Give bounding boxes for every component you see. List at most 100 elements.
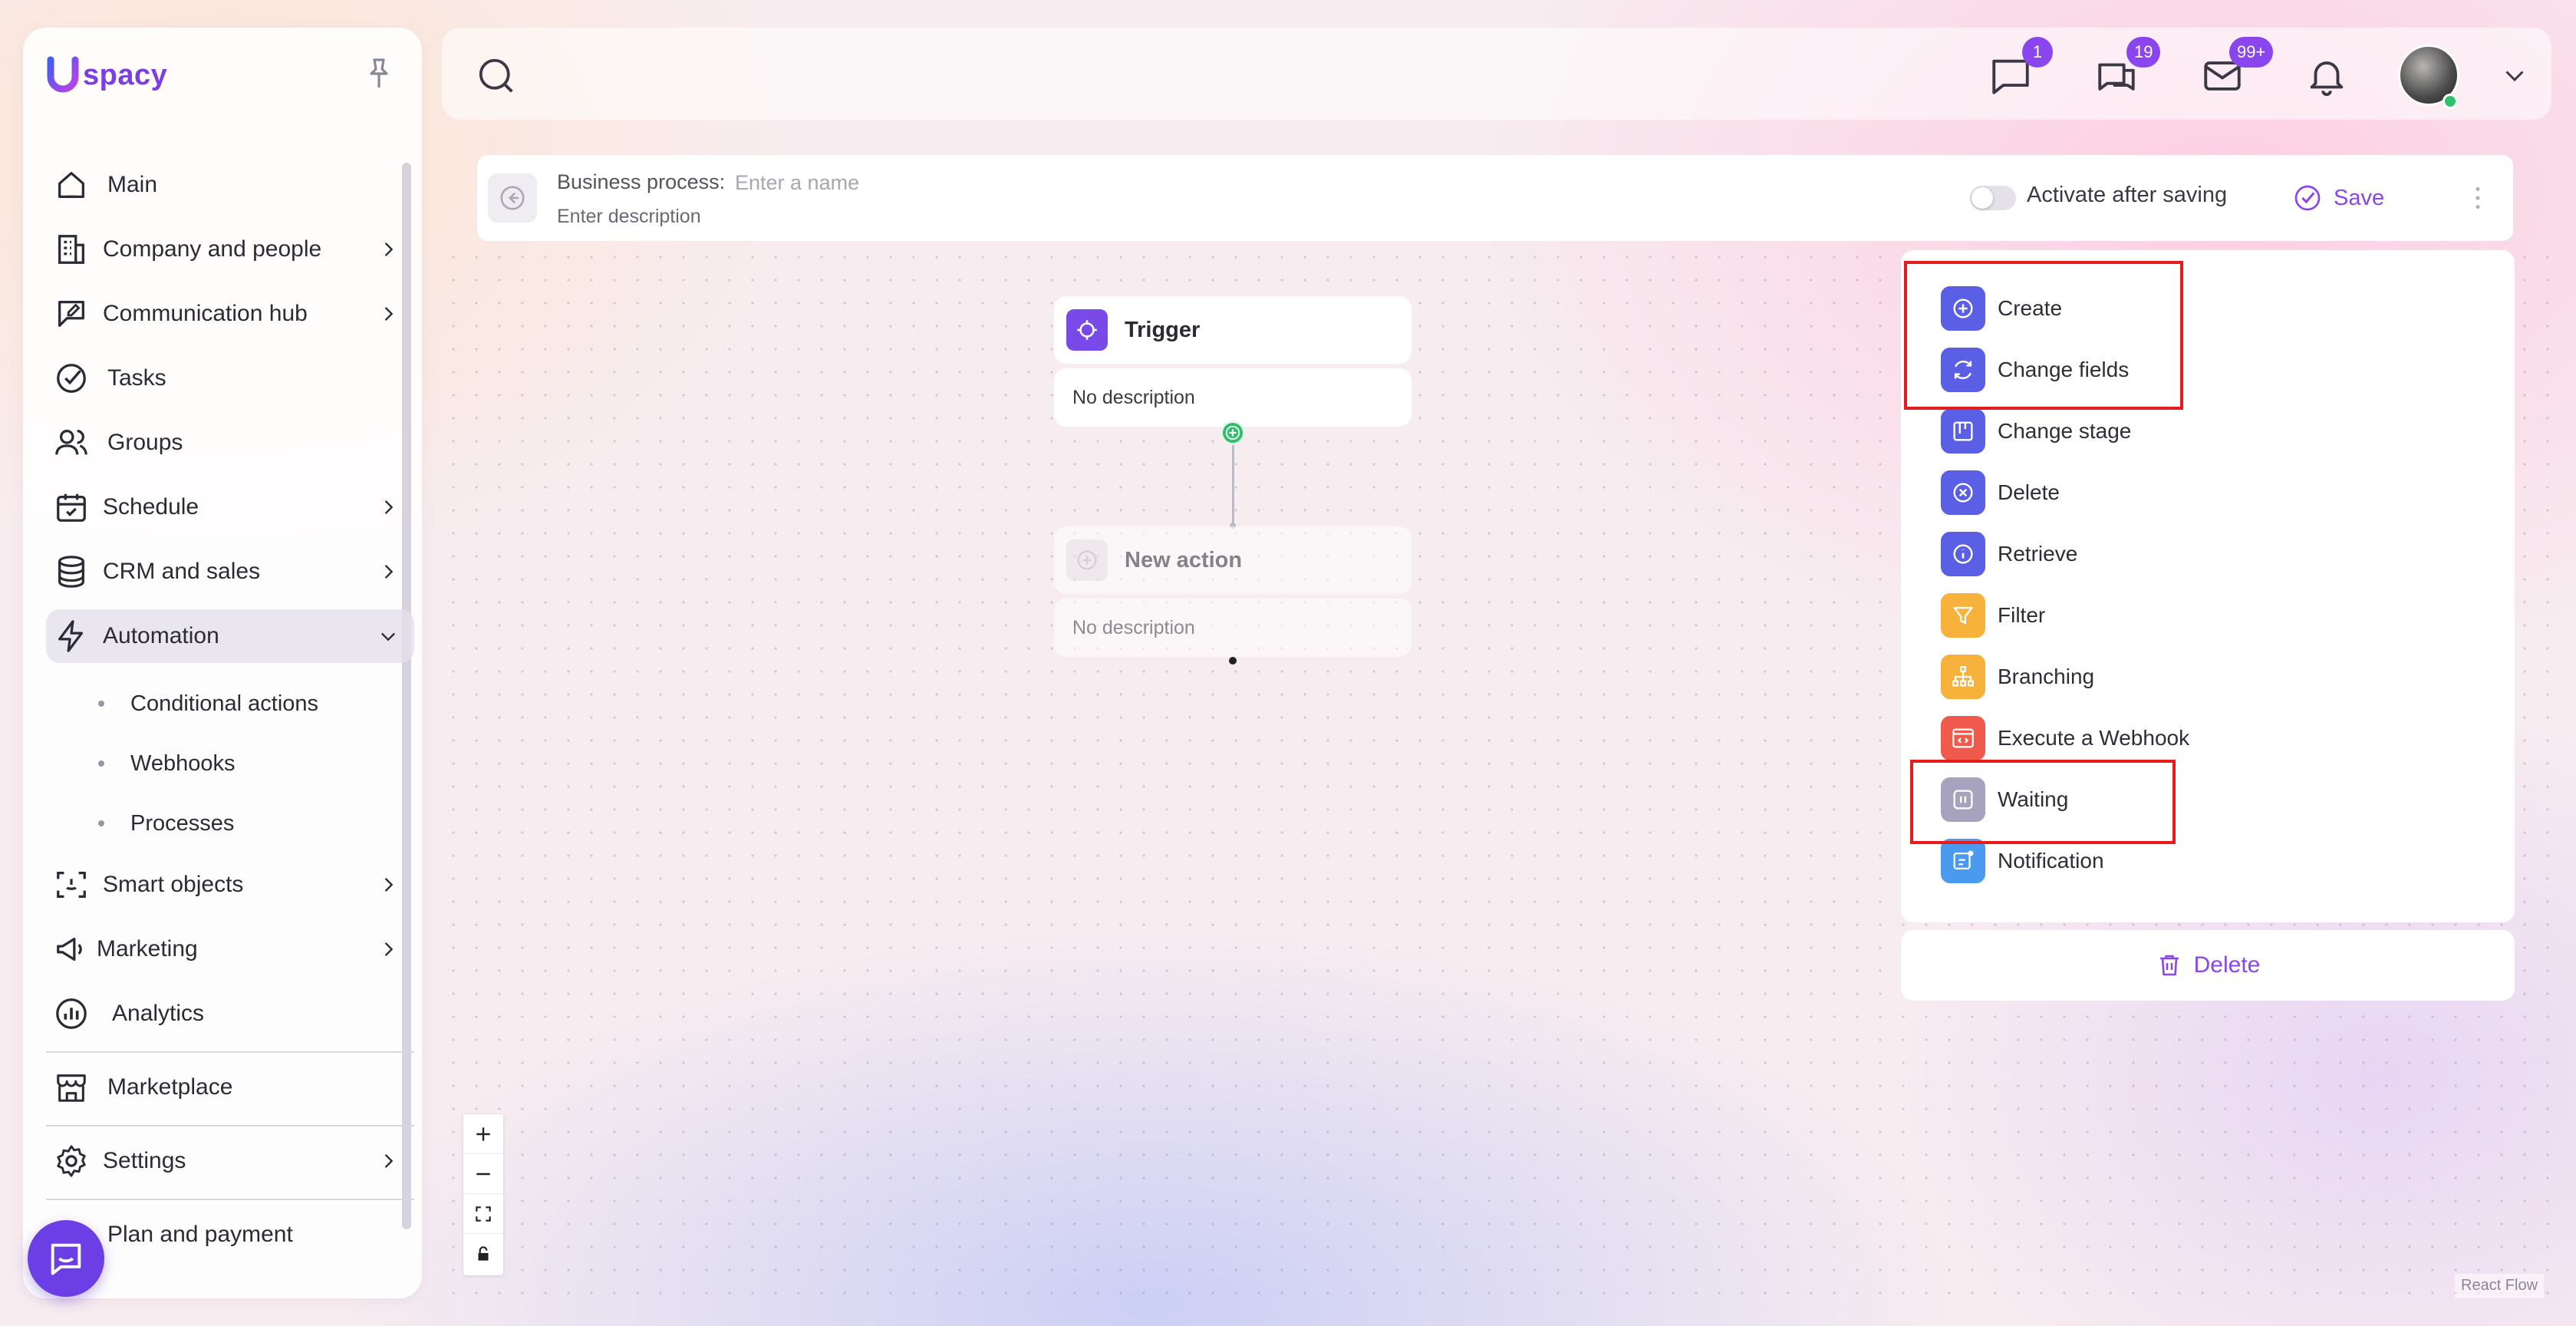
action-label: Notification (1998, 849, 2104, 872)
new-action-description[interactable]: No description (1054, 599, 1412, 657)
check-circle-icon (2294, 185, 2321, 211)
sidebar-item-automation[interactable]: Automation (46, 609, 414, 663)
action-label: Change stage (1998, 419, 2132, 443)
sidebar-subitem-label: Webhooks (130, 750, 236, 776)
sidebar-subitem-label: Processes (130, 810, 235, 836)
chevron-right-icon (384, 1154, 394, 1168)
action-label: Execute a Webhook (1998, 726, 2190, 750)
bell-icon[interactable] (2304, 54, 2349, 98)
action-delete[interactable]: Delete (1941, 470, 2060, 516)
sidebar-item-analytics[interactable]: Analytics (46, 987, 414, 1041)
chevron-right-icon (384, 307, 394, 321)
process-description-input[interactable] (557, 201, 1017, 232)
lock-button[interactable] (463, 1234, 503, 1274)
save-button[interactable]: Save (2292, 176, 2384, 219)
check-circle-icon (57, 364, 86, 393)
back-button[interactable] (488, 173, 537, 223)
sidebar-item-company[interactable]: Company and people (46, 223, 414, 276)
chart-circle-icon (56, 998, 87, 1029)
messages-badge: 19 (2126, 37, 2161, 68)
chevron-right-icon (384, 878, 394, 892)
chevron-right-icon (384, 242, 394, 256)
zoom-out-button[interactable] (463, 1154, 503, 1194)
bullet-dot (98, 760, 104, 767)
trash-icon (2159, 955, 2179, 976)
bullet-dot (98, 820, 104, 826)
funnel-icon (1941, 593, 1985, 638)
gear-icon (57, 1145, 86, 1177)
action-filter[interactable]: Filter (1941, 592, 2045, 638)
more-vertical-icon[interactable] (2462, 183, 2493, 213)
x-circle-icon (1941, 470, 1985, 515)
logo-mark-icon (47, 56, 79, 93)
fit-view-button[interactable] (463, 1194, 503, 1234)
brand-logo[interactable]: spacy (46, 55, 167, 95)
new-action-title: New action (1125, 547, 1243, 572)
process-name-input[interactable] (735, 167, 1118, 198)
new-action-node[interactable]: New action (1054, 526, 1412, 594)
zoom-in-button[interactable] (463, 1114, 503, 1154)
action-label: Branching (1998, 665, 2095, 688)
megaphone-icon (57, 937, 82, 962)
sidebar-nav: Main Company and people Communication hu… (46, 158, 414, 1272)
trigger-description-text: No description (1072, 386, 1195, 408)
sidebar-item-marketplace[interactable]: Marketplace (46, 1060, 414, 1114)
add-step-handle[interactable] (1220, 421, 1245, 445)
trigger-description[interactable]: No description (1054, 368, 1412, 427)
sidebar-subitem-processes[interactable]: Processes (46, 793, 414, 853)
activate-label: Activate after saving (2027, 183, 2228, 207)
sidebar-item-label: Groups (107, 430, 183, 455)
highlight-box-create-change-fields (1904, 261, 2183, 410)
action-branching[interactable]: Branching (1941, 654, 2094, 700)
sidebar-item-label: Plan and payment (107, 1222, 293, 1247)
sidebar-item-label: Automation (103, 623, 219, 648)
chevron-down-icon[interactable] (2501, 61, 2528, 89)
bullet-dot (98, 701, 104, 707)
search-icon[interactable] (476, 55, 517, 97)
plus-circle-icon (1066, 539, 1108, 581)
code-window-icon (1941, 716, 1985, 760)
sidebar-item-marketing[interactable]: Marketing (46, 922, 414, 976)
calendar-icon (57, 493, 86, 522)
sidebar-item-smart-objects[interactable]: Smart objects (46, 858, 414, 912)
sidebar-item-tasks[interactable]: Tasks (46, 351, 414, 405)
sidebar-item-schedule[interactable]: Schedule (46, 480, 414, 534)
action-notification[interactable]: Notification (1941, 838, 2104, 884)
delete-node-button[interactable]: Delete (1901, 930, 2515, 1001)
action-label: Retrieve (1998, 542, 2078, 566)
sidebar-subitem-webhooks[interactable]: Webhooks (46, 734, 414, 793)
toggle-knob (1972, 187, 1993, 209)
action-execute-webhook[interactable]: Execute a Webhook (1941, 715, 2189, 761)
trigger-node[interactable]: Trigger (1054, 296, 1412, 364)
brand-name: spacy (83, 58, 168, 91)
scan-face-icon (57, 872, 86, 898)
kanban-icon (1941, 409, 1985, 454)
action-retrieve[interactable]: Retrieve (1941, 531, 2077, 577)
save-label: Save (2334, 185, 2385, 210)
react-flow-attribution[interactable]: React Flow (2455, 1274, 2545, 1298)
sidebar-item-groups[interactable]: Groups (46, 416, 414, 470)
sidebar-item-label: Marketing (97, 936, 198, 962)
node-output-handle[interactable] (1229, 657, 1237, 665)
minus-icon (476, 1173, 490, 1175)
delete-label: Delete (2193, 952, 2261, 978)
pin-icon[interactable] (361, 55, 397, 92)
sidebar-item-settings[interactable]: Settings (46, 1134, 414, 1188)
process-title-label: Business process: (557, 170, 726, 193)
sidebar-subitem-conditional-actions[interactable]: Conditional actions (46, 674, 414, 734)
support-chat-button[interactable] (28, 1220, 104, 1297)
sidebar-item-main[interactable]: Main (46, 158, 414, 212)
chat-edit-icon (58, 301, 84, 327)
new-action-description-text: No description (1072, 616, 1195, 638)
sidebar-item-label: Schedule (103, 494, 199, 520)
sidebar-subitem-label: Conditional actions (130, 691, 319, 716)
sidebar-divider (46, 1199, 414, 1200)
chevron-right-icon (384, 500, 394, 514)
sidebar-item-label: Smart objects (103, 872, 244, 897)
target-icon (1066, 309, 1108, 351)
zoom-controls (463, 1114, 503, 1275)
action-change-stage[interactable]: Change stage (1941, 408, 2131, 454)
activate-toggle[interactable] (1970, 186, 2016, 210)
sidebar-item-communication[interactable]: Communication hub (46, 287, 414, 341)
sidebar-item-crm[interactable]: CRM and sales (46, 545, 414, 599)
